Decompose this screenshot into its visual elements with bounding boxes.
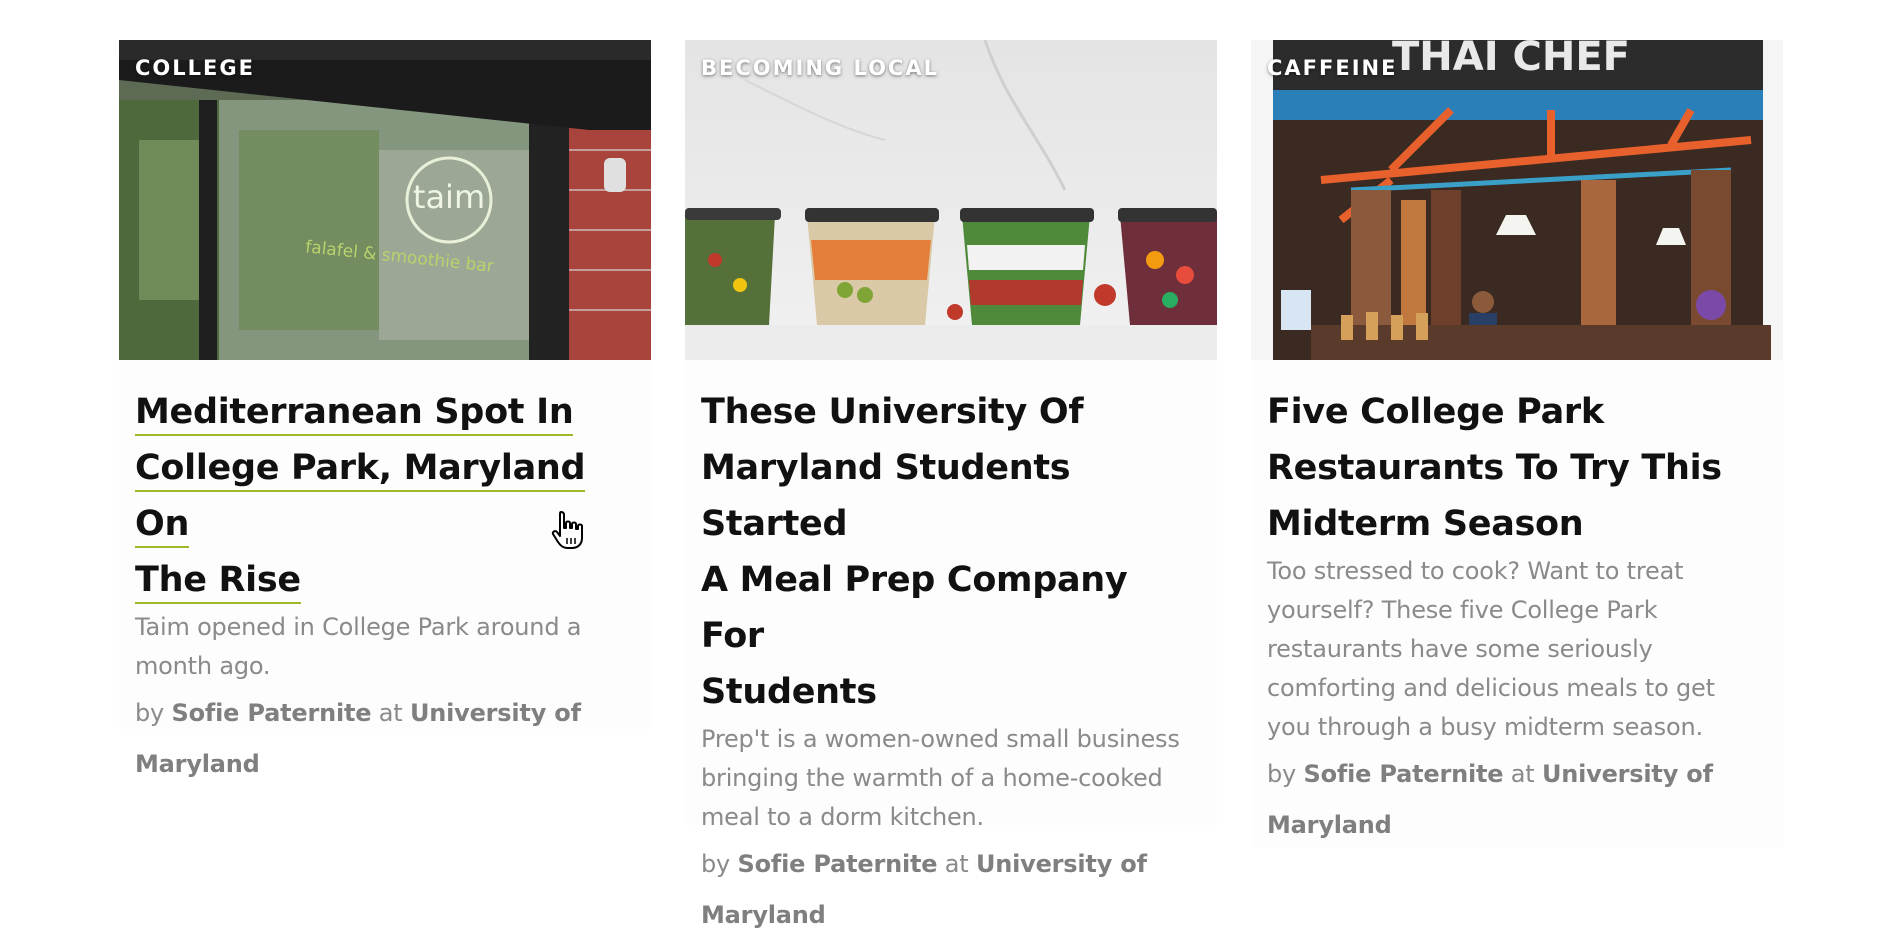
restaurant-interior-image: THAI CHEF — [1251, 40, 1783, 360]
article-excerpt: Prep't is a women-owned small business b… — [701, 725, 1180, 831]
article-title[interactable]: Five College Park Restaurants To Try Thi… — [1267, 384, 1767, 552]
article-card-3[interactable]: THAI CHEF CAFFEINE Five College Park Res… — [1251, 40, 1783, 847]
author-link[interactable]: Sofie Paternite — [737, 850, 937, 878]
article-byline: by Sofie Paternite at University of Maryl… — [135, 699, 581, 778]
hand-pointer-icon — [551, 510, 585, 555]
category-label[interactable]: COLLEGE — [135, 56, 255, 80]
article-byline: by Sofie Paternite at University of Maryl… — [701, 850, 1147, 929]
article-byline: by Sofie Paternite at University of Maryl… — [1267, 760, 1713, 839]
article-card-2[interactable]: BECOMING LOCAL These University Of Maryl… — [685, 40, 1217, 929]
article-thumbnail[interactable]: taim falafel & smoothie bar COLLEGE — [119, 40, 651, 360]
storefront-image: taim falafel & smoothie bar — [119, 40, 651, 360]
category-label[interactable]: BECOMING LOCAL — [701, 56, 939, 80]
svg-text:taim: taim — [413, 178, 485, 216]
author-link[interactable]: Sofie Paternite — [171, 699, 371, 727]
svg-text:THAI CHEF: THAI CHEF — [1392, 40, 1630, 80]
article-thumbnail[interactable]: BECOMING LOCAL — [685, 40, 1217, 360]
category-label[interactable]: CAFFEINE — [1267, 56, 1397, 80]
article-title[interactable]: Mediterranean Spot In College Park, Mary… — [135, 384, 635, 608]
article-title[interactable]: These University Of Maryland Students St… — [701, 384, 1201, 720]
meal-prep-image — [685, 40, 1217, 360]
article-thumbnail[interactable]: THAI CHEF CAFFEINE — [1251, 40, 1783, 360]
author-link[interactable]: Sofie Paternite — [1303, 760, 1503, 788]
article-card-1[interactable]: taim falafel & smoothie bar COLLEGE Medi… — [119, 40, 651, 778]
article-excerpt: Taim opened in College Park around a mon… — [135, 613, 582, 680]
article-excerpt: Too stressed to cook? Want to treat your… — [1267, 557, 1715, 741]
